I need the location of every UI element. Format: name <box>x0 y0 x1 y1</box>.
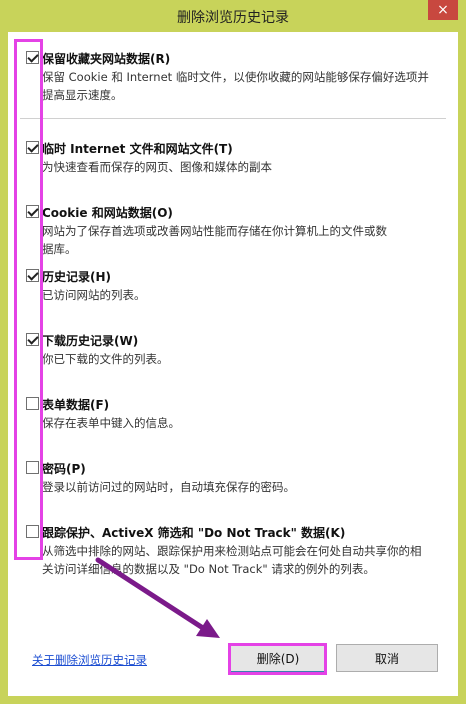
dialog-window: 删除浏览历史记录 × 保留收藏夹网站数据(R) 保留 Cookie 和 Inter… <box>0 0 466 704</box>
watermark: Bai du <box>395 673 452 694</box>
pointer-arrow <box>95 557 220 638</box>
